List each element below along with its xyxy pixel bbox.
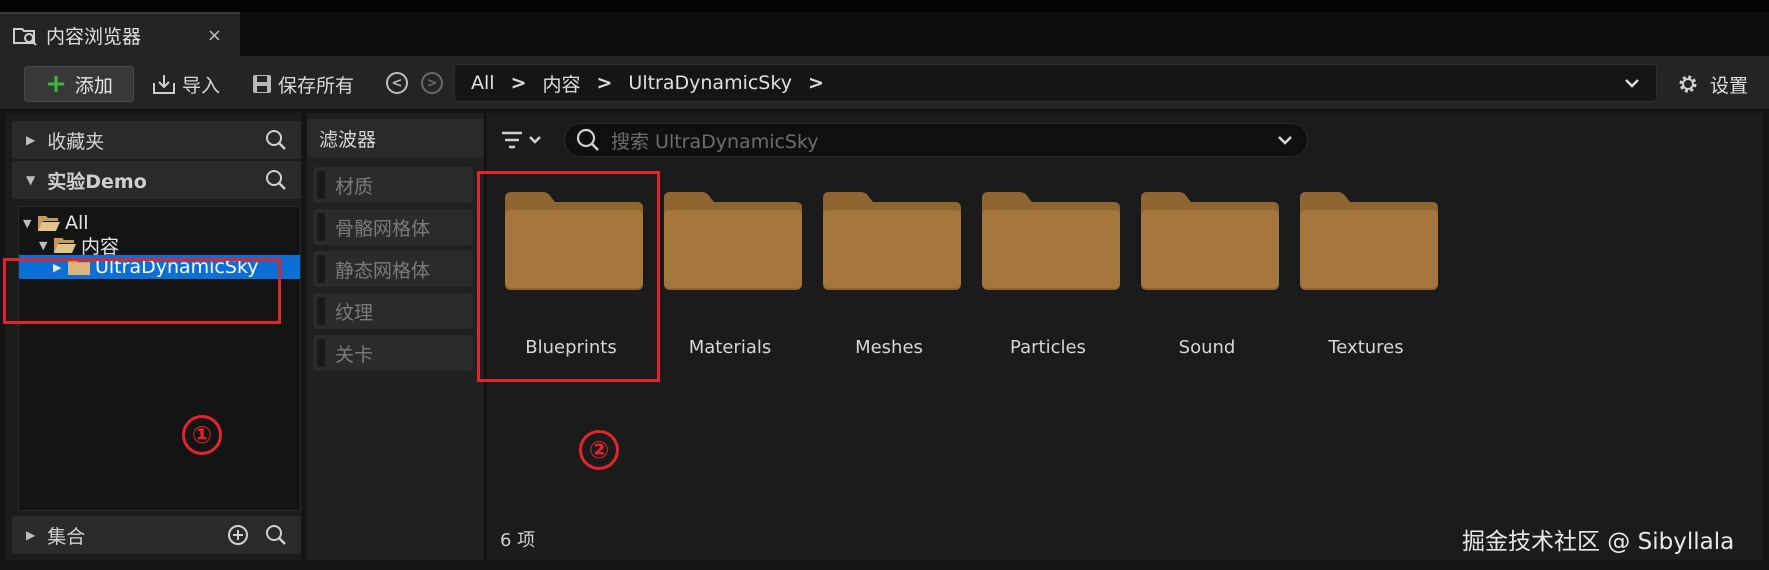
favorites-label: 收藏夹 <box>47 130 105 153</box>
annotation-box-tree <box>3 258 281 324</box>
add-label: 添加 <box>74 74 113 97</box>
add-button[interactable]: + 添加 <box>24 66 134 102</box>
breadcrumb-all[interactable]: All <box>471 72 495 94</box>
search-placeholder: 搜索 UltraDynamicSky <box>611 130 819 153</box>
folder-search-icon <box>13 28 37 46</box>
item-count: 6 项 <box>500 530 536 551</box>
filter-static-mesh[interactable]: 静态网格体 <box>313 251 473 287</box>
toolbar: + 添加 导入 保存所有 < > All > 内容 > UltraDynamic… <box>0 56 1769 111</box>
tab-title: 内容浏览器 <box>46 25 142 48</box>
folder-icon <box>1298 190 1440 292</box>
folder-icon <box>980 190 1122 292</box>
collapse-arrow-icon[interactable]: ▼ <box>26 173 35 187</box>
expand-arrow-icon[interactable]: ▶ <box>26 528 35 542</box>
close-icon[interactable]: × <box>207 25 222 46</box>
collections-label: 集合 <box>47 525 86 548</box>
import-button[interactable]: 导入 <box>152 66 220 102</box>
annotation-box-blueprints <box>477 171 660 382</box>
save-icon <box>253 75 271 93</box>
chevron-right-icon[interactable]: > <box>808 72 824 94</box>
filter-label: 材质 <box>335 175 374 198</box>
forward-icon[interactable]: > <box>421 72 443 94</box>
import-icon <box>153 75 175 94</box>
folder-label: Meshes <box>855 337 923 358</box>
filter-label: 静态网格体 <box>335 259 431 282</box>
folder-tree: ▼ All ▼ 内容 ▶ UltraDynamicSky <box>18 206 301 511</box>
search-input[interactable]: 搜索 UltraDynamicSky <box>564 123 1308 157</box>
search-icon[interactable] <box>265 169 287 191</box>
filter-label: 骨骼网格体 <box>335 217 431 240</box>
gear-icon <box>1679 75 1697 93</box>
folder-label: Sound <box>1178 337 1236 358</box>
filter-skeletal-mesh[interactable]: 骨骼网格体 <box>313 209 473 245</box>
tab-content-browser[interactable]: 内容浏览器 × <box>0 12 240 56</box>
sources-panel: ▶ 收藏夹 ▼ 实验Demo ▼ All ▼ 内容 ▶ UltraDynamic… <box>6 113 301 560</box>
search-icon[interactable] <box>265 524 287 546</box>
filter-material[interactable]: 材质 <box>313 167 473 203</box>
project-label: 实验Demo <box>47 170 147 193</box>
annotation-marker-1: ① <box>182 415 222 455</box>
filter-toggle[interactable] <box>317 213 325 241</box>
filter-label: 纹理 <box>335 301 374 324</box>
folder-icon <box>1139 190 1281 292</box>
import-label: 导入 <box>182 74 221 97</box>
folder-open-icon <box>54 238 76 253</box>
chevron-down-icon[interactable] <box>1624 78 1640 88</box>
folder-label: Materials <box>688 337 772 358</box>
watermark: 掘金技术社区 @ Sibyllala <box>1462 529 1735 555</box>
filter-level[interactable]: 关卡 <box>313 335 473 371</box>
breadcrumb[interactable]: All > 内容 > UltraDynamicSky > <box>454 64 1657 102</box>
tree-item-content[interactable]: ▼ 内容 <box>19 233 300 258</box>
folder-label: Textures <box>1328 337 1404 358</box>
settings-button[interactable]: 设置 <box>1676 66 1748 102</box>
filter-toggle[interactable] <box>317 297 325 325</box>
expand-arrow-icon[interactable]: ▶ <box>26 133 35 147</box>
filter-toggle[interactable] <box>317 255 325 283</box>
save-all-label: 保存所有 <box>278 74 355 97</box>
back-icon[interactable]: < <box>386 72 408 94</box>
breadcrumb-ultradynamicsky[interactable]: UltraDynamicSky <box>628 72 792 94</box>
add-circle-icon[interactable] <box>227 524 249 546</box>
window-top-strip <box>0 0 1769 12</box>
chevron-down-icon[interactable] <box>1277 135 1293 145</box>
filters-title: 滤波器 <box>307 119 484 157</box>
folder-label: Particles <box>1010 337 1086 358</box>
collapse-arrow-icon[interactable]: ▼ <box>39 239 53 252</box>
chevron-right-icon[interactable]: > <box>511 72 527 94</box>
filter-toggle[interactable] <box>317 171 325 199</box>
tree-item-all[interactable]: ▼ All <box>19 211 300 235</box>
annotation-marker-2: ② <box>579 430 619 470</box>
plus-icon: + <box>45 69 67 99</box>
collections-header[interactable]: ▶ 集合 <box>12 516 301 554</box>
filter-icon[interactable] <box>500 129 544 151</box>
asset-view: 搜索 UltraDynamicSky Blueprints Materials … <box>484 113 1763 560</box>
chevron-right-icon[interactable]: > <box>597 72 613 94</box>
tab-bar <box>0 12 1769 56</box>
filter-toggle[interactable] <box>317 339 325 367</box>
settings-label: 设置 <box>1710 74 1749 97</box>
folder-icon <box>662 190 804 292</box>
folder-open-icon <box>38 216 60 231</box>
search-icon <box>576 128 599 151</box>
search-icon[interactable] <box>265 129 287 151</box>
folder-icon <box>821 190 963 292</box>
favorites-header[interactable]: ▶ 收藏夹 <box>12 121 301 159</box>
project-header[interactable]: ▼ 实验Demo <box>12 161 301 199</box>
filter-texture[interactable]: 纹理 <box>313 293 473 329</box>
save-all-button[interactable]: 保存所有 <box>252 66 354 102</box>
breadcrumb-content[interactable]: 内容 <box>542 70 580 97</box>
filter-label: 关卡 <box>335 343 374 366</box>
filters-panel: 滤波器 材质 骨骼网格体 静态网格体 纹理 关卡 <box>307 113 484 560</box>
collapse-arrow-icon[interactable]: ▼ <box>23 217 37 230</box>
